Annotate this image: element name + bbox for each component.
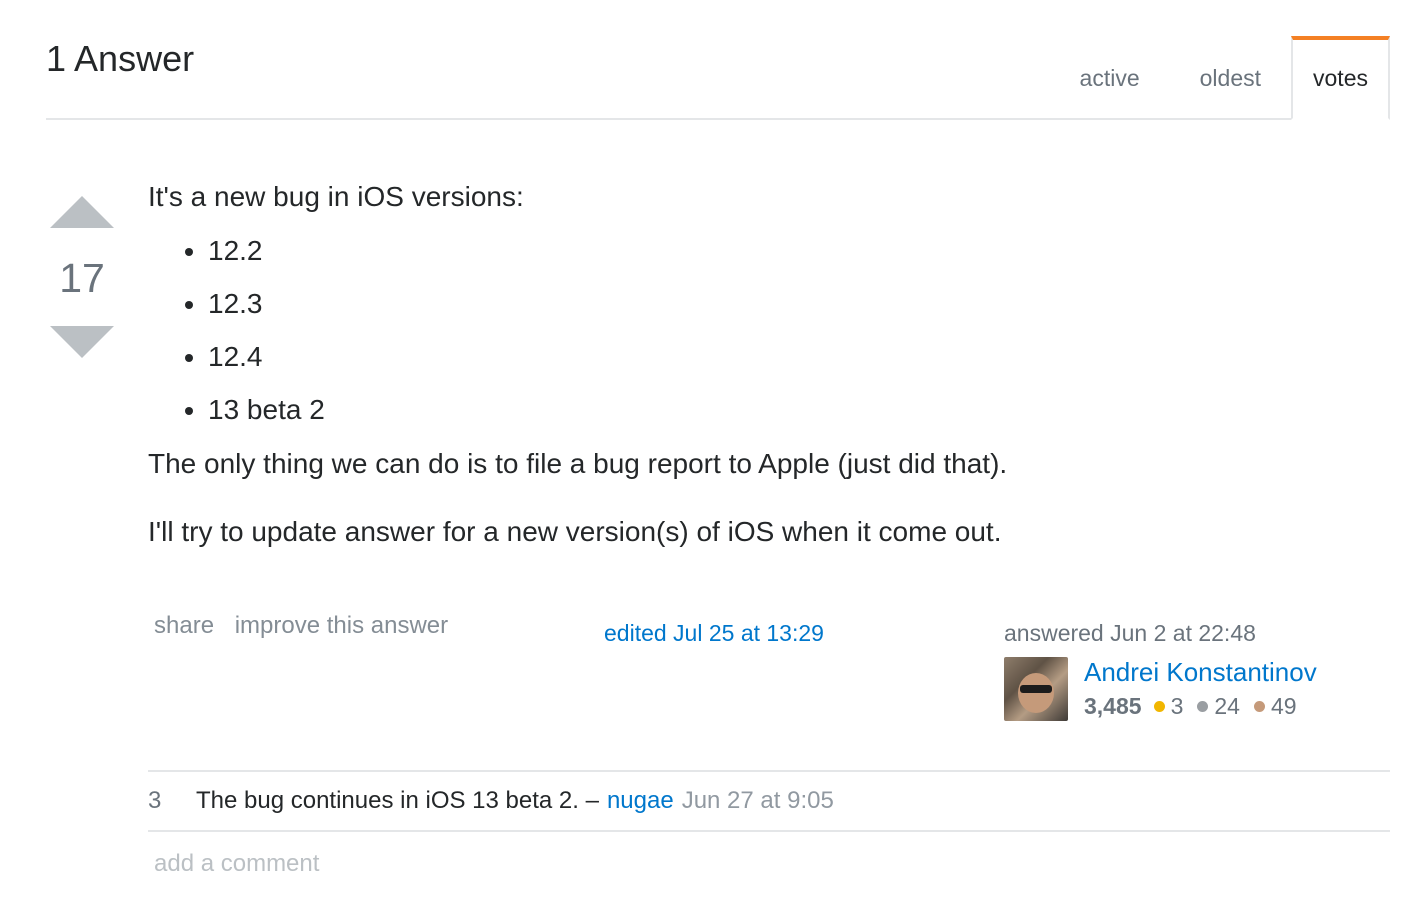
- tab-active[interactable]: active: [1050, 38, 1170, 118]
- answered-time: answered Jun 2 at 22:48: [1004, 620, 1256, 646]
- comment-user-link[interactable]: nugae: [607, 787, 674, 815]
- avatar[interactable]: [1004, 657, 1068, 721]
- share-link[interactable]: share: [154, 612, 214, 639]
- user-card: answered Jun 2 at 22:48 Andrei Konstanti…: [1004, 620, 1394, 721]
- gold-badges: 3: [1153, 693, 1184, 720]
- user-details: Andrei Konstantinov 3,485 3 24 49: [1084, 657, 1317, 721]
- reputation-score: 3,485: [1084, 693, 1142, 719]
- list-item: 12.2: [208, 232, 1388, 270]
- user-name-link[interactable]: Andrei Konstantinov: [1084, 657, 1317, 687]
- improve-answer-link[interactable]: improve this answer: [235, 612, 448, 639]
- user-info: Andrei Konstantinov 3,485 3 24 49: [1004, 657, 1394, 721]
- answer-intro: It's a new bug in iOS versions:: [148, 181, 524, 212]
- gold-badge-icon: [1153, 701, 1165, 712]
- answer-body: It's a new bug in iOS versions: 12.2 12.…: [148, 178, 1388, 551]
- version-list: 12.2 12.3 12.4 13 beta 2: [148, 232, 1388, 429]
- bronze-badges: 49: [1253, 693, 1297, 720]
- comment-score: 3: [148, 787, 162, 814]
- add-comment-link[interactable]: add a comment: [154, 850, 319, 878]
- answers-count-title: 1 Answer: [46, 38, 195, 79]
- vote-count: 17: [59, 255, 105, 301]
- downvote-arrow-icon[interactable]: [50, 326, 114, 358]
- vote-cell: 17: [46, 196, 118, 358]
- comment-text: The bug continues in iOS 13 beta 2. –: [196, 787, 599, 814]
- sort-tabs: active oldest votes: [1050, 36, 1390, 120]
- list-item: 12.4: [208, 338, 1388, 376]
- comment-date: Jun 27 at 9:05: [681, 787, 834, 814]
- tab-oldest[interactable]: oldest: [1170, 38, 1291, 118]
- user-stats: 3,485 3 24 49: [1084, 693, 1317, 720]
- bronze-badge-icon: [1253, 701, 1265, 712]
- answer-paragraph-1: The only thing we can do is to file a bu…: [148, 448, 1008, 479]
- answers-header: 1 Answer active oldest votes: [46, 0, 1390, 120]
- post-menu: share improve this answer: [154, 612, 462, 640]
- upvote-arrow-icon[interactable]: [50, 196, 114, 228]
- bronze-badge-count: 49: [1270, 693, 1297, 719]
- silver-badge-count: 24: [1214, 693, 1240, 719]
- list-item: 12.3: [208, 285, 1388, 323]
- answer-paragraph-2: I'll try to update answer for a new vers…: [148, 516, 1002, 547]
- comments-list: 3 The bug continues in iOS 13 beta 2. – …: [148, 770, 1390, 832]
- silver-badges: 24: [1197, 693, 1240, 720]
- tab-votes[interactable]: votes: [1291, 36, 1390, 120]
- list-item: 13 beta 2: [208, 391, 1388, 429]
- comment-row: 3 The bug continues in iOS 13 beta 2. – …: [148, 772, 1390, 832]
- silver-badge-icon: [1197, 701, 1209, 712]
- edited-link[interactable]: edited Jul 25 at 13:29: [604, 620, 824, 647]
- gold-badge-count: 3: [1170, 693, 1184, 719]
